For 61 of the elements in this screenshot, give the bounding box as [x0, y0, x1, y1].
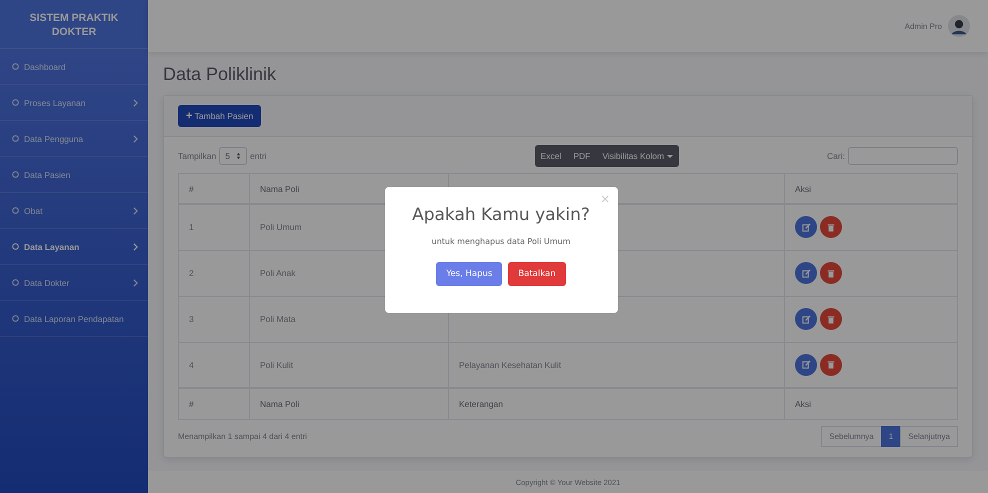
sidebar-item[interactable]: Data Pasien — [0, 157, 148, 194]
trash-icon — [827, 360, 835, 370]
column-footer: Aksi — [784, 388, 958, 420]
export-button[interactable]: Visibilitas Kolom — [596, 145, 680, 167]
page-title: Data Poliklinik — [163, 64, 278, 85]
add-button[interactable]: + Tambah Pasien — [178, 105, 262, 127]
sidebar-item[interactable]: Data Dokter — [0, 265, 148, 302]
sidebar-item[interactable]: Proses Layanan — [0, 85, 148, 122]
column-header[interactable]: # — [178, 174, 250, 204]
table-cell: 4 — [178, 342, 250, 388]
edit-icon — [802, 268, 810, 278]
sidebar-item[interactable]: Data Pengguna — [0, 121, 148, 158]
menu-item-icon — [12, 207, 19, 214]
column-header[interactable]: Aksi — [784, 174, 958, 204]
updown-arrows-icon — [236, 152, 242, 160]
sidebar-item[interactable]: Dashboard — [0, 49, 148, 86]
menu-item-icon — [12, 135, 19, 142]
table-cell: 1 — [178, 204, 250, 250]
page-button[interactable]: Selanjutnya — [900, 426, 958, 447]
search-label: Cari: — [827, 151, 845, 161]
delete-button[interactable] — [820, 308, 842, 330]
column-footer: # — [178, 388, 250, 420]
edit-button[interactable] — [795, 354, 817, 376]
sidebar-item[interactable]: Data Laporan Pendapatan — [0, 301, 148, 338]
entries-label: entri — [250, 151, 267, 161]
edit-icon — [802, 360, 810, 370]
sidebar-item[interactable]: Data Layanan — [0, 229, 148, 266]
delete-button[interactable] — [820, 262, 842, 284]
table-info: Menampilkan 1 sampai 4 dari 4 entri — [178, 432, 307, 441]
menu-item-icon — [12, 279, 19, 286]
edit-button[interactable] — [795, 262, 817, 284]
user-name[interactable]: Admin Pro — [904, 22, 942, 30]
column-footer: Keterangan — [448, 388, 784, 420]
delete-button[interactable] — [820, 354, 842, 376]
menu-item-icon — [12, 63, 19, 70]
menu-item-icon — [12, 171, 19, 178]
menu-item-icon — [12, 243, 19, 250]
export-button[interactable]: Excel — [534, 145, 568, 167]
page-size-select[interactable]: 5 — [219, 147, 248, 165]
menu-item-icon — [12, 99, 19, 106]
edit-button[interactable] — [795, 308, 817, 330]
edit-icon — [802, 222, 810, 232]
export-button[interactable]: PDF — [567, 145, 596, 167]
table-cell: 3 — [178, 296, 250, 342]
table-cell: 2 — [178, 250, 250, 296]
delete-button[interactable] — [820, 216, 842, 238]
show-label: Tampilkan — [178, 151, 216, 161]
avatar-icon[interactable] — [948, 15, 970, 37]
search-field[interactable] — [848, 147, 958, 165]
trash-icon — [827, 314, 835, 324]
confirm-button[interactable]: Yes, Hapus — [436, 262, 502, 286]
column-footer: Nama Poli — [250, 388, 448, 420]
menu-item-icon — [12, 315, 19, 322]
page-button[interactable]: 1 — [880, 426, 902, 447]
trash-icon — [827, 268, 835, 278]
page-button[interactable]: Sebelumnya — [821, 426, 882, 447]
edit-button[interactable] — [795, 216, 817, 238]
trash-icon — [827, 222, 835, 232]
sidebar-item[interactable]: Obat — [0, 193, 148, 230]
edit-icon — [802, 314, 810, 324]
cancel-button[interactable]: Batalkan — [508, 262, 566, 286]
